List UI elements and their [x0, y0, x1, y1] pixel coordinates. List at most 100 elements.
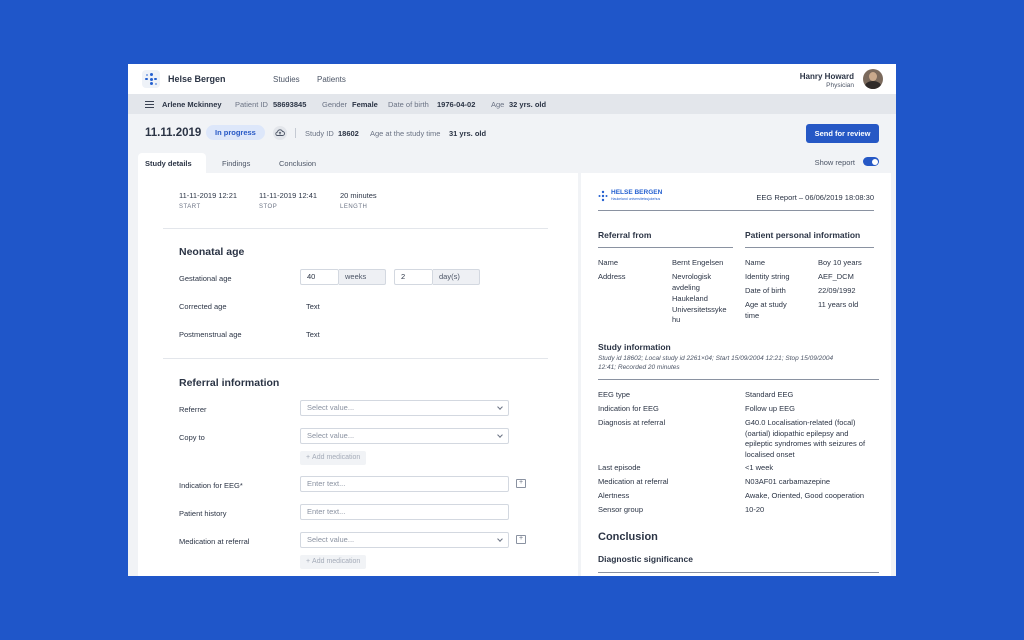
ref-name: Bernt Engelsen	[672, 258, 724, 267]
start-time: 11-11-2019 12:21	[179, 191, 238, 200]
divider	[598, 572, 879, 573]
pat-name: Boy 10 years	[818, 258, 862, 267]
patient-id: 58693845	[273, 100, 307, 109]
diagnosis-value-line: epileptic syndromes with seizures of	[745, 439, 866, 448]
divider	[745, 247, 874, 248]
top-nav: Helse Bergen Studies Patients Hanry Howa…	[128, 64, 896, 94]
pat-dob: 22/09/1992	[818, 286, 856, 295]
patient-history-label: Patient history	[179, 509, 227, 518]
report-logo: HELSE BERGEN Haukeland universitetssjuke…	[598, 189, 668, 203]
indication-label: Indication for EEG	[598, 404, 659, 413]
patient-bar: Arlene Mckinney Patient ID 58693845 Gend…	[128, 94, 896, 114]
avatar[interactable]	[863, 69, 883, 89]
referrer-label: Referrer	[179, 405, 207, 414]
divider	[598, 379, 879, 380]
corrected-age-label: Corrected age	[179, 302, 227, 311]
gender-value: Female	[352, 100, 378, 109]
alertness-label: Alertness	[598, 491, 630, 500]
menu-icon[interactable]	[145, 101, 154, 108]
add-medication-button[interactable]: + Add medication	[300, 451, 367, 465]
ref-address-line: Nevrologisk	[672, 272, 712, 281]
logo-icon	[598, 190, 608, 202]
divider	[598, 247, 733, 248]
send-for-review-button[interactable]: Send for review	[806, 124, 879, 143]
chevron-down-icon	[497, 404, 503, 410]
study-date: 11.11.2019	[145, 127, 202, 139]
user-role: Physician	[826, 82, 854, 89]
start-label: START	[179, 204, 201, 210]
add-note-icon[interactable]: +	[516, 479, 526, 488]
nav-patients[interactable]: Patients	[317, 75, 346, 84]
logo-icon[interactable]	[142, 70, 160, 88]
diagnosis-value-line: localised onset	[745, 450, 795, 459]
eeg-type-value: Standard EEG	[745, 390, 794, 399]
gestational-days-input[interactable]: 2	[394, 269, 433, 285]
tab-findings[interactable]: Findings	[222, 159, 250, 168]
gestational-age-label: Gestational age	[179, 274, 232, 283]
corrected-age-value: Text	[306, 302, 320, 311]
medication-label: Medication at referral	[179, 537, 250, 546]
add-note-icon[interactable]: +	[516, 535, 526, 544]
ref-name-label: Name	[598, 258, 619, 267]
ref-address-label: Address	[598, 272, 626, 281]
indication-label: Indication for EEG*	[179, 481, 243, 490]
age-label: Age	[491, 100, 505, 109]
ref-address-line: avdeling	[672, 283, 700, 292]
pat-age-label: Age at study	[745, 300, 787, 309]
last-episode-label: Last episode	[598, 463, 641, 472]
referrer-select[interactable]: Select value...	[300, 400, 509, 416]
add-medication-label: Add medication	[312, 454, 361, 461]
medication-label: Medication at referral	[598, 477, 669, 486]
study-details-panel: 11-11-2019 12:21 START 11-11-2019 12:41 …	[138, 173, 578, 576]
alertness-value: Awake, Oriented, Good cooperation	[745, 491, 865, 500]
user-name[interactable]: Hanry Howard	[800, 72, 854, 81]
study-info-line: 12:41; Recorded 20 minutes	[598, 364, 680, 371]
pat-age-label-cont: time	[745, 311, 760, 320]
gender-label: Gender	[322, 100, 348, 109]
nav-studies[interactable]: Studies	[273, 75, 300, 84]
neonatal-age-title: Neonatal age	[179, 246, 245, 258]
patient-name: Arlene Mckinney	[162, 100, 222, 109]
divider	[163, 358, 548, 359]
referral-from-title: Referral from	[598, 230, 652, 240]
ref-address-line: Universitetssyke	[672, 305, 727, 314]
patient-history-input[interactable]: Enter text...	[300, 504, 509, 520]
study-info-line: Study id 18602; Local study id 2261×04; …	[598, 355, 834, 362]
chevron-down-icon	[497, 536, 503, 542]
divider	[598, 210, 874, 211]
medication-select[interactable]: Select value...	[300, 532, 509, 548]
show-report-label: Show report	[814, 158, 855, 167]
stop-label: STOP	[259, 204, 278, 210]
show-report-toggle[interactable]	[863, 157, 879, 166]
ref-address-line: hu	[672, 315, 681, 324]
diagnosis-label: Diagnosis at referral	[598, 418, 666, 427]
brand-name: Helse Bergen	[168, 74, 226, 84]
ref-address-line: Haukeland	[672, 294, 708, 303]
cloud-icon[interactable]	[273, 126, 287, 140]
indication-input[interactable]: Enter text...	[300, 476, 509, 492]
copy-to-select[interactable]: Select value...	[300, 428, 509, 444]
tab-study-details[interactable]: Study details	[145, 159, 192, 168]
study-id: 18602	[338, 129, 359, 138]
medication-placeholder: Select value...	[307, 535, 355, 544]
weeks-unit: weeks	[339, 269, 386, 285]
add-medication-button[interactable]: + Add medication	[300, 555, 367, 569]
patient-id-label: Patient ID	[235, 100, 268, 109]
divider	[295, 128, 296, 138]
last-episode-value: <1 week	[745, 463, 774, 472]
study-age-label: Age at the study time	[370, 129, 441, 138]
add-medication-label: Add medication	[312, 558, 361, 565]
pat-identity: AEF_DCM	[818, 272, 854, 281]
diagnosis-value-line: (oartial) idiopathic epilepsy and	[745, 429, 849, 438]
length-label: LENGTH	[340, 204, 368, 210]
dob-value: 1976-04-02	[437, 100, 476, 109]
length-value: 20 minutes	[340, 191, 377, 200]
pat-dob-label: Date of birth	[745, 286, 786, 295]
app-window: Helse Bergen Studies Patients Hanry Howa…	[128, 64, 896, 576]
logo-title: HELSE BERGEN	[611, 189, 663, 196]
diagnosis-value-line: G40.0 Localisation-related (focal)	[745, 418, 856, 427]
tab-conclusion[interactable]: Conclusion	[279, 159, 316, 168]
gestational-weeks-input[interactable]: 40	[300, 269, 339, 285]
study-info-title: Study information	[598, 342, 671, 352]
study-age: 31 yrs. old	[449, 129, 487, 138]
